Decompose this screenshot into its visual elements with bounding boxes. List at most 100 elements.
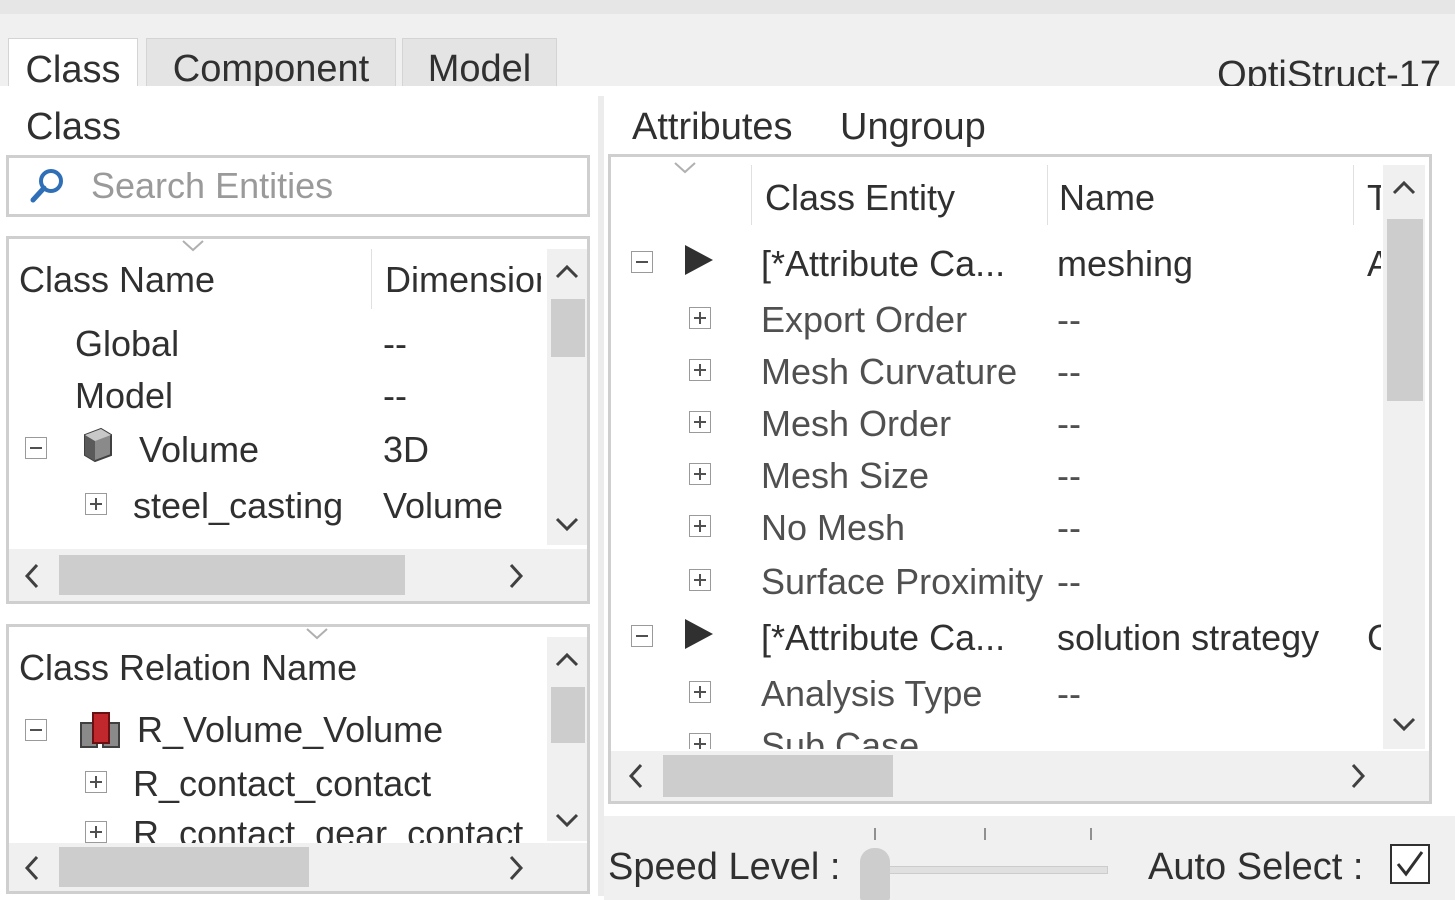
scroll-left-icon[interactable] bbox=[23, 855, 41, 881]
attributes-hscroll[interactable] bbox=[611, 751, 1429, 801]
attr-row-entity[interactable]: Mesh Order bbox=[761, 403, 951, 445]
row-volume-value: 3D bbox=[383, 429, 430, 470]
attr-row-entity[interactable]: Surface Proximity bbox=[761, 561, 1043, 603]
vscroll-thumb[interactable] bbox=[551, 299, 585, 357]
attr-row-name: -- bbox=[1057, 507, 1081, 548]
column-header-type[interactable]: T bbox=[1367, 177, 1381, 219]
column-header-class-entity[interactable]: Class Entity bbox=[765, 177, 955, 219]
row-global-value: -- bbox=[383, 323, 407, 364]
tab-strip: Class Component Model OptiStruct-17 bbox=[0, 14, 1455, 102]
row-model-name[interactable]: Model bbox=[75, 375, 173, 417]
attr-row-type: A bbox=[1367, 243, 1381, 285]
expand-relation-toggle[interactable] bbox=[85, 771, 107, 793]
attr-row-name: -- bbox=[1057, 299, 1081, 340]
attr-row-name: -- bbox=[1057, 403, 1081, 444]
column-header-class-name[interactable]: Class Name bbox=[19, 259, 215, 301]
column-header-name[interactable]: Name bbox=[1059, 177, 1155, 219]
attr-row-entity[interactable]: [*Attribute Ca... bbox=[761, 243, 1005, 285]
attr-row-clip: Sub Case bbox=[611, 727, 1381, 749]
scroll-down-icon[interactable] bbox=[555, 813, 579, 829]
hscroll-thumb[interactable] bbox=[59, 555, 405, 595]
expand-steel-casting-toggle[interactable] bbox=[85, 493, 107, 515]
relation-row-gear-contact[interactable]: R_contact_gear_contact bbox=[133, 815, 523, 843]
scroll-right-icon[interactable] bbox=[507, 855, 525, 881]
attr-row-entity[interactable]: [*Attribute Ca... bbox=[761, 617, 1005, 659]
ungroup-menu[interactable]: Ungroup bbox=[840, 106, 986, 149]
attr-row-entity[interactable]: Export Order bbox=[761, 299, 967, 341]
collapse-relation-toggle[interactable] bbox=[25, 719, 47, 741]
column-divider bbox=[751, 165, 752, 225]
scroll-right-icon[interactable] bbox=[1349, 763, 1367, 789]
sort-chevron-icon bbox=[674, 162, 696, 174]
row-global-name[interactable]: Global bbox=[75, 323, 179, 365]
row-steel-casting-name[interactable]: steel_casting bbox=[133, 485, 343, 527]
relation-table-vscroll[interactable] bbox=[547, 637, 587, 841]
search-box[interactable] bbox=[6, 155, 590, 217]
scroll-right-icon[interactable] bbox=[507, 563, 525, 589]
attributes-menu[interactable]: Attributes bbox=[632, 106, 793, 149]
expand-relation-toggle[interactable] bbox=[85, 821, 107, 843]
attr-row-entity[interactable]: Analysis Type bbox=[761, 673, 982, 715]
slider-track[interactable] bbox=[862, 866, 1108, 874]
search-icon bbox=[30, 169, 63, 203]
column-divider bbox=[1353, 165, 1354, 225]
column-header-type-clip: T bbox=[1367, 177, 1381, 221]
attributes-vscroll[interactable] bbox=[1383, 165, 1425, 749]
relation-icon bbox=[80, 712, 120, 748]
attr-row-entity[interactable]: Sub Case bbox=[761, 727, 919, 749]
speed-level-label: Speed Level : bbox=[608, 846, 841, 888]
column-header-dimension[interactable]: Dimension bbox=[385, 259, 541, 301]
scroll-up-icon[interactable] bbox=[555, 263, 579, 279]
expand-attr-toggle[interactable] bbox=[689, 411, 711, 433]
relation-row-contact[interactable]: R_contact_contact bbox=[133, 763, 431, 805]
relation-row-clip: R_contact_gear_contact bbox=[9, 815, 545, 843]
class-table-vscroll[interactable] bbox=[547, 249, 587, 545]
scroll-left-icon[interactable] bbox=[23, 563, 41, 589]
relation-row-volume[interactable]: R_Volume_Volume bbox=[137, 709, 443, 751]
attr-row-entity[interactable]: Mesh Curvature bbox=[761, 351, 1017, 393]
scroll-up-icon[interactable] bbox=[555, 651, 579, 667]
attr-row-entity[interactable]: Mesh Size bbox=[761, 455, 929, 497]
collapse-volume-toggle[interactable] bbox=[25, 437, 47, 459]
expand-attr-toggle[interactable] bbox=[689, 569, 711, 591]
relation-table-hscroll[interactable] bbox=[9, 843, 587, 891]
hscroll-thumb[interactable] bbox=[59, 847, 309, 887]
collapse-group-toggle[interactable] bbox=[631, 625, 653, 647]
attributes-table: Class Entity Name T [*Attribute Ca... me… bbox=[608, 154, 1432, 804]
splitter[interactable] bbox=[598, 96, 604, 896]
vscroll-thumb[interactable] bbox=[551, 687, 585, 743]
collapse-group-toggle[interactable] bbox=[631, 251, 653, 273]
row-steel-casting-value: Volume bbox=[383, 485, 504, 526]
scroll-up-icon[interactable] bbox=[1392, 179, 1416, 195]
checkmark-icon bbox=[1396, 851, 1424, 877]
speed-level-slider[interactable] bbox=[858, 820, 1108, 900]
attr-row-entity[interactable]: No Mesh bbox=[761, 507, 905, 549]
scroll-down-icon[interactable] bbox=[555, 517, 579, 533]
expand-attr-toggle[interactable] bbox=[689, 733, 711, 749]
slider-handle[interactable] bbox=[860, 848, 890, 900]
sort-chevron-icon bbox=[306, 628, 328, 640]
attr-row-type-clip: A bbox=[1367, 243, 1381, 287]
hscroll-thumb[interactable] bbox=[663, 755, 893, 797]
expand-attr-toggle[interactable] bbox=[689, 307, 711, 329]
scroll-left-icon[interactable] bbox=[627, 763, 645, 789]
row-volume-name[interactable]: Volume bbox=[139, 429, 259, 471]
play-triangle-icon bbox=[685, 619, 713, 649]
expand-attr-toggle[interactable] bbox=[689, 515, 711, 537]
play-triangle-icon bbox=[685, 245, 713, 275]
class-table-hscroll[interactable] bbox=[9, 549, 587, 601]
class-relation-table: Class Relation Name R_Volume_Volume R_co… bbox=[6, 624, 590, 894]
column-header-class-relation-name[interactable]: Class Relation Name bbox=[19, 647, 357, 689]
cube-icon bbox=[84, 427, 112, 463]
attr-row-type: C bbox=[1367, 617, 1381, 659]
scroll-down-icon[interactable] bbox=[1392, 717, 1416, 733]
slider-tick bbox=[1090, 828, 1092, 840]
attr-row-type-clip: C bbox=[1367, 617, 1381, 661]
attr-row-name: meshing bbox=[1057, 243, 1194, 284]
vscroll-thumb[interactable] bbox=[1387, 219, 1423, 401]
expand-attr-toggle[interactable] bbox=[689, 681, 711, 703]
search-input[interactable] bbox=[89, 164, 573, 208]
expand-attr-toggle[interactable] bbox=[689, 463, 711, 485]
expand-attr-toggle[interactable] bbox=[689, 359, 711, 381]
auto-select-checkbox[interactable] bbox=[1390, 844, 1430, 884]
